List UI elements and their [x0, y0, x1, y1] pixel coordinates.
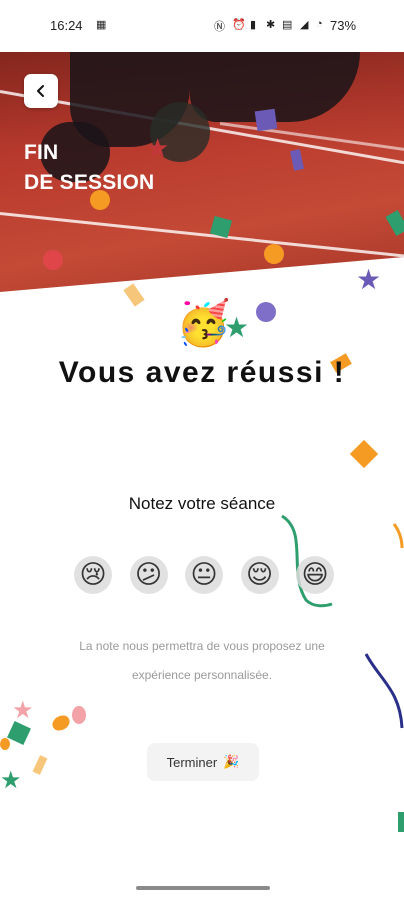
- confetti-star-icon: ★: [12, 696, 34, 724]
- rating-hint-line2: expérience personnalisée.: [131, 668, 273, 682]
- back-button[interactable]: [24, 74, 58, 108]
- network-speed-icon: ▤: [282, 19, 293, 31]
- status-time: 16:24: [50, 18, 83, 33]
- party-popper-icon: 🎉: [223, 754, 240, 769]
- confetti-rect: [32, 755, 48, 775]
- session-title-line2: DE SESSION: [24, 171, 155, 194]
- confetti-square: [254, 108, 278, 132]
- status-bar: 16:24 ▦ Ⓝ ⏰ ▮ ✱ ▤ ◢ ◔ 73%: [0, 0, 404, 52]
- notification-icon: ▦: [96, 19, 107, 31]
- vibrate-icon: ▮: [250, 19, 257, 31]
- rating-hint-line1: La note nous permettra de vous proposez …: [79, 639, 325, 653]
- alarm-icon: ⏰: [232, 19, 246, 31]
- confetti-ribbon: [364, 653, 404, 729]
- finish-button-label: Terminer: [166, 754, 218, 770]
- chevron-left-icon: [37, 85, 44, 97]
- battery-icon: ◔: [316, 18, 323, 30]
- confetti-rect: [398, 812, 404, 832]
- confetti-rect: [123, 283, 145, 307]
- session-title: FIN DE SESSION: [24, 138, 154, 198]
- rating-relieved-face-icon[interactable]: 😌: [240, 556, 279, 594]
- rating-hint: La note nous permettra de vous proposez …: [40, 632, 364, 690]
- confetti-circle: [43, 250, 63, 270]
- confetti-circle: [256, 302, 276, 322]
- success-title: Vous avez réussi !: [58, 356, 346, 389]
- bluetooth-icon: ✱: [266, 19, 276, 31]
- nfc-icon: Ⓝ: [214, 21, 225, 33]
- party-face-icon: 🥳: [176, 298, 231, 349]
- session-title-line1: FIN: [24, 141, 59, 164]
- confetti-ribbon: [392, 523, 404, 549]
- confetti-circle: [72, 706, 86, 724]
- rating-sad-face-icon[interactable]: 😢: [74, 556, 112, 594]
- confetti-circle: [0, 738, 10, 750]
- rating-options: 😢 😕 😐 😌 😄: [74, 556, 334, 596]
- confetti-circle: [49, 712, 73, 734]
- confetti-star-icon: ★: [0, 766, 22, 794]
- confetti-square: [349, 439, 379, 469]
- home-indicator[interactable]: [136, 886, 270, 890]
- confetti-star-icon: ★: [356, 263, 382, 296]
- confetti-square: [7, 721, 31, 745]
- track-line: [219, 122, 404, 162]
- signal-icon: ◢: [300, 19, 309, 31]
- rating-happy-face-icon[interactable]: 😄: [296, 556, 334, 594]
- rating-confused-face-icon[interactable]: 😕: [129, 556, 168, 594]
- rating-neutral-face-icon[interactable]: 😐: [185, 556, 223, 594]
- confetti-circle: [264, 244, 284, 264]
- finish-button[interactable]: Terminer 🎉: [147, 743, 259, 781]
- rate-label: Notez votre séance: [128, 494, 276, 513]
- battery-level: 73%: [330, 18, 357, 33]
